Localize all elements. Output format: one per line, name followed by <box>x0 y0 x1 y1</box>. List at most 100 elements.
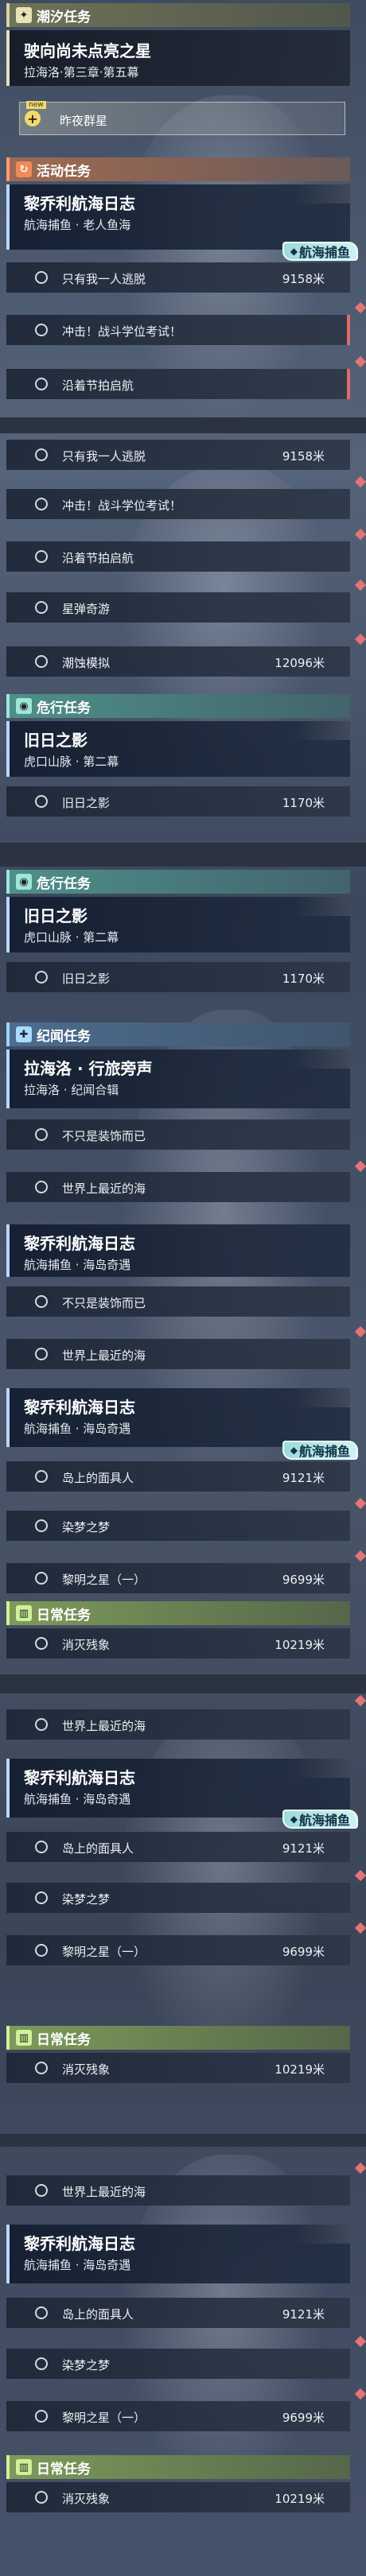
task-row[interactable]: 世界上最近的海 <box>6 1709 350 1740</box>
task-row[interactable]: 世界上最近的海 <box>6 2175 350 2206</box>
task-row[interactable]: 消灭残象 10219米 <box>6 2482 350 2512</box>
activity-quest-card[interactable]: 黎乔利航海日志 航海捕鱼 · 老人鱼海 <box>6 184 350 250</box>
task-row[interactable]: 不只是装饰而已 <box>6 1119 350 1150</box>
task-row[interactable]: 染梦之梦 <box>6 1511 350 1541</box>
quest-title: 黎乔利航海日志 <box>24 1234 135 1253</box>
circle-icon <box>35 1128 48 1141</box>
quest-title: 黎乔利航海日志 <box>24 1398 135 1417</box>
section-title: 纪闻任务 <box>37 1028 91 1045</box>
quest-subtitle: 航海捕鱼 · 老人鱼海 <box>24 218 131 232</box>
activity-quest-header[interactable]: ↻ 活动任务 <box>6 157 350 181</box>
task-row[interactable]: 星弹奇游 <box>6 592 350 623</box>
danger-quest-header[interactable]: ◉ 危行任务 <box>6 870 350 894</box>
task-row[interactable]: 潮蚀模拟 12096米 <box>6 646 350 677</box>
task-row[interactable]: 黎明之星（一） 9699米 <box>6 2401 350 2431</box>
danger-quest-header[interactable]: ◉ 危行任务 <box>6 694 350 718</box>
quest-panel-5: 世界上最近的海 黎乔利航海日志 航海捕鱼 · 海岛奇遇 岛上的面具人 9121米… <box>0 2147 366 2576</box>
tide-quest-card[interactable]: 驶向尚未点亮之星 拉海洛·第三章·第五幕 <box>6 30 350 86</box>
badge-label: 航海捕鱼 <box>298 1813 350 1828</box>
event-row[interactable]: new + 昨夜群星 <box>19 101 345 135</box>
log-quest-card[interactable]: 黎乔利航海日志 航海捕鱼 · 海岛奇遇 <box>6 2225 350 2283</box>
task-distance: 9158米 <box>282 272 325 286</box>
screenshot-divider <box>0 2134 366 2147</box>
quest-panel-top: ✦ 潮汐任务 驶向尚未点亮之星 拉海洛·第三章·第五幕 new + 昨夜群星 ↻… <box>0 0 366 417</box>
card-corner-decoration <box>294 1049 350 1069</box>
task-row[interactable]: 只有我一人逃脱 9158米 <box>6 440 350 470</box>
fishing-badge: ◆ 航海捕鱼 <box>282 242 358 261</box>
log-quest-card[interactable]: 黎乔利航海日志 航海捕鱼 · 海岛奇遇 <box>6 1388 350 1447</box>
card-corner-decoration <box>294 1759 350 1778</box>
task-row[interactable]: 沿着节拍启航 <box>6 541 350 572</box>
task-row[interactable]: 旧日之影 1170米 <box>6 962 350 992</box>
daily-quest-header[interactable]: ▥ 日常任务 <box>6 2455 350 2479</box>
task-distance: 1170米 <box>282 796 325 810</box>
screenshot-divider <box>0 417 366 433</box>
danger-quest-card[interactable]: 旧日之影 虎口山脉 · 第二幕 <box>6 721 350 777</box>
log-quest-card[interactable]: 黎乔利航海日志 航海捕鱼 · 海岛奇遇 <box>6 1224 350 1277</box>
quest-title: 黎乔利航海日志 <box>24 194 135 213</box>
task-row[interactable]: 岛上的面具人 9121米 <box>6 1832 350 1862</box>
task-row[interactable]: 不只是装饰而已 <box>6 1286 350 1317</box>
task-label: 岛上的面具人 <box>62 1841 134 1856</box>
task-distance: 9699米 <box>282 1945 325 1959</box>
task-distance: 10219米 <box>274 1638 325 1652</box>
circle-icon <box>35 2491 48 2504</box>
card-corner-decoration <box>294 1388 350 1407</box>
task-row[interactable]: 染梦之梦 <box>6 1883 350 1913</box>
fish-icon: ◆ <box>290 246 298 257</box>
task-distance: 1170米 <box>282 972 325 986</box>
task-row[interactable]: 岛上的面具人 9121米 <box>6 1461 350 1492</box>
daily-quest-header[interactable]: ▥ 日常任务 <box>6 2026 350 2050</box>
fish-icon: ◆ <box>290 1445 298 1456</box>
log-quest-card[interactable]: 黎乔利航海日志 航海捕鱼 · 海岛奇遇 <box>6 1759 350 1818</box>
daily-quest-header[interactable]: ▥ 日常任务 <box>6 1601 350 1625</box>
circle-icon <box>35 550 48 563</box>
book-icon: ▥ <box>16 2459 32 2475</box>
eye-icon: ◉ <box>16 874 32 890</box>
circle-icon <box>35 2062 48 2074</box>
task-row[interactable]: 黎明之星（一） 9699米 <box>6 1563 350 1593</box>
task-row[interactable]: 冲击！战斗学位考试！ <box>6 489 350 519</box>
epic-quest-card[interactable]: 拉海洛 · 行旅旁声 拉海洛 · 纪闻合辑 <box>6 1049 350 1108</box>
card-corner-decoration <box>294 2225 350 2244</box>
task-row[interactable]: 岛上的面具人 9121米 <box>6 2298 350 2328</box>
diamond-marker-icon <box>354 1869 366 1882</box>
task-row[interactable]: 消灭残象 10219米 <box>6 1628 350 1658</box>
circle-icon <box>35 2184 48 2197</box>
epic-quest-header[interactable]: ✚ 纪闻任务 <box>6 1022 350 1046</box>
quest-subtitle: 航海捕鱼 · 海岛奇遇 <box>24 1258 131 1272</box>
task-distance: 9158米 <box>282 449 325 464</box>
diamond-marker-icon <box>354 301 366 314</box>
task-row[interactable]: 染梦之梦 <box>6 2349 350 2379</box>
task-row[interactable]: 沿着节拍启航 <box>6 369 350 399</box>
section-title: 潮汐任务 <box>37 9 91 25</box>
tide-quest-header[interactable]: ✦ 潮汐任务 <box>6 3 350 27</box>
task-row[interactable]: 只有我一人逃脱 9158米 <box>6 262 350 293</box>
task-label: 世界上最近的海 <box>62 1348 146 1363</box>
circle-icon <box>35 1572 48 1585</box>
task-row[interactable]: 黎明之星（一） 9699米 <box>6 1935 350 1965</box>
task-distance: 9699米 <box>282 1573 325 1587</box>
card-corner-decoration <box>294 721 350 740</box>
diamond-marker-icon <box>354 2335 366 2348</box>
danger-quest-card[interactable]: 旧日之影 虎口山脉 · 第二幕 <box>6 897 350 952</box>
task-row[interactable]: 世界上最近的海 <box>6 1339 350 1369</box>
task-row[interactable]: 冲击！战斗学位考试！ <box>6 315 350 345</box>
quest-subtitle: 拉海洛·第三章·第五幕 <box>24 65 139 80</box>
quest-panel-2: 只有我一人逃脱 9158米 冲击！战斗学位考试！ 沿着节拍启航 星弹奇游 潮蚀模… <box>0 433 366 843</box>
refresh-icon: ↻ <box>16 161 32 177</box>
quest-subtitle: 航海捕鱼 · 海岛奇遇 <box>24 2258 131 2272</box>
task-row[interactable]: 世界上最近的海 <box>6 1172 350 1202</box>
task-label: 染梦之梦 <box>62 2358 111 2372</box>
diamond-marker-icon <box>354 2162 366 2174</box>
task-row[interactable]: 消灭残象 10219米 <box>6 2053 350 2083</box>
task-label: 世界上最近的海 <box>62 2185 146 2199</box>
diamond-marker-icon <box>354 1497 366 1510</box>
plus-icon: ✚ <box>16 1026 32 1042</box>
task-row[interactable]: 旧日之影 1170米 <box>6 786 350 817</box>
quest-title: 拉海洛 · 行旅旁声 <box>24 1059 153 1078</box>
event-label: 昨夜群星 <box>60 114 108 128</box>
diamond-marker-icon <box>354 633 366 646</box>
circle-icon <box>35 1519 48 1532</box>
quest-subtitle: 虎口山脉 · 第二幕 <box>24 930 119 945</box>
